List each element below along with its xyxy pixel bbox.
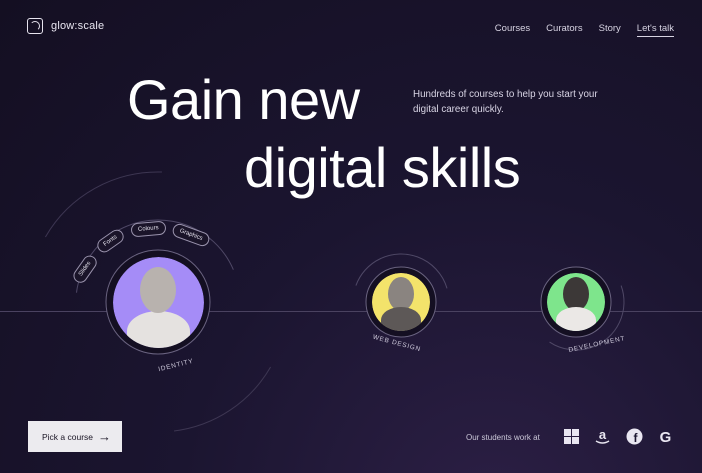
windows-icon	[563, 428, 580, 445]
arrow-right-icon: →	[98, 429, 111, 444]
svg-text:a: a	[599, 428, 607, 442]
svg-text:G: G	[660, 429, 672, 445]
curator-avatar-development[interactable]	[547, 273, 605, 331]
amazon-icon: a	[594, 428, 611, 445]
curator-avatar-identity[interactable]	[113, 257, 204, 348]
pick-course-label: Pick a course	[42, 431, 94, 442]
pick-course-button[interactable]: Pick a course →	[28, 421, 122, 452]
curator-avatar-web-design[interactable]	[372, 273, 430, 331]
facebook-icon: f	[626, 428, 643, 445]
google-icon: G	[657, 428, 674, 445]
students-work-at-text: Our students work at	[466, 433, 540, 442]
